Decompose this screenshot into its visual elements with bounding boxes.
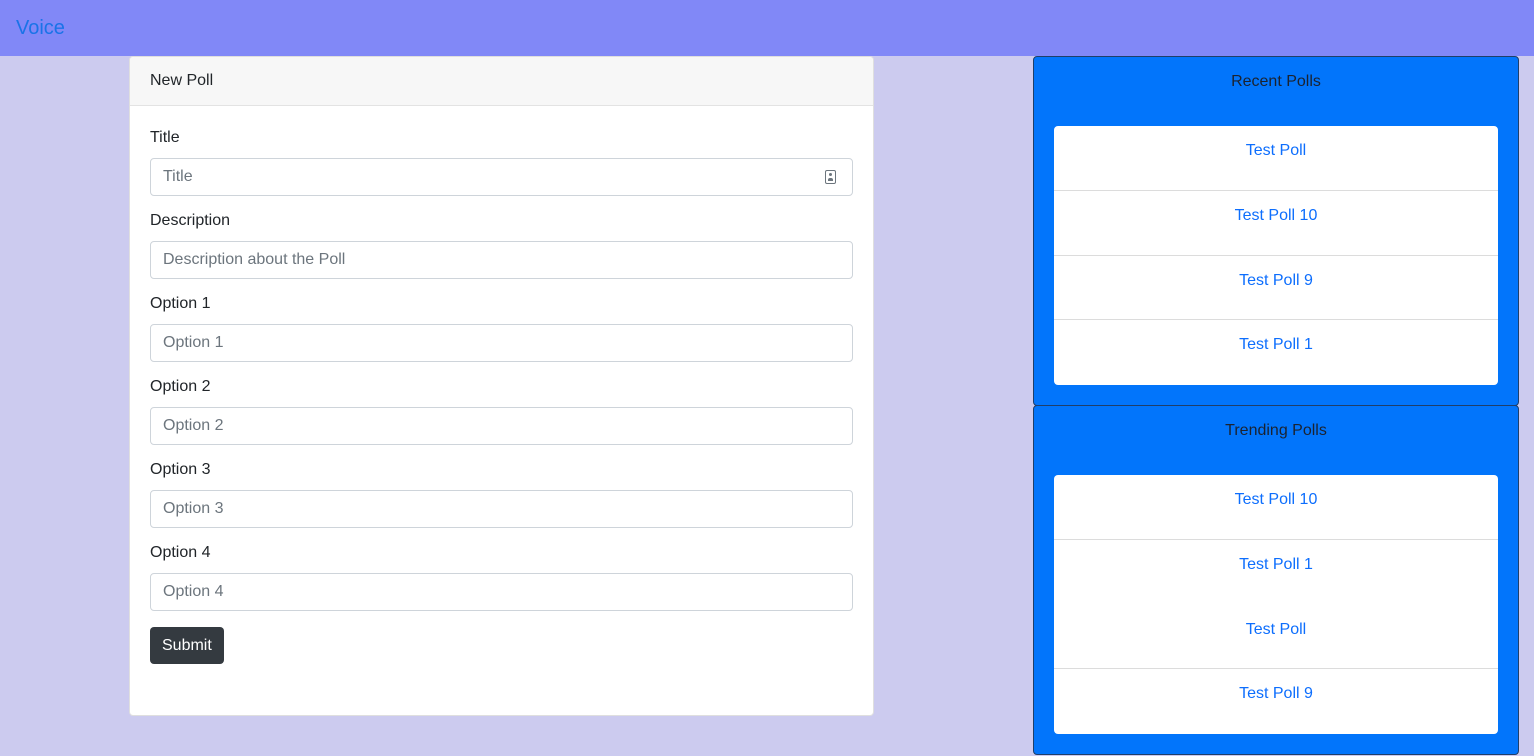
description-field-group: Description (150, 209, 853, 279)
title-input[interactable] (150, 158, 853, 196)
recent-polls-list: Test Poll Test Poll 10 Test Poll 9 Test … (1054, 126, 1498, 385)
new-poll-form: Title Description Option 1 Option 2 (130, 106, 873, 684)
option-3-field-group: Option 3 (150, 458, 853, 528)
recent-poll-link[interactable]: Test Poll 9 (1054, 256, 1498, 321)
option-1-field-group: Option 1 (150, 292, 853, 362)
trending-polls-title: Trending Polls (1225, 421, 1327, 439)
option-4-input[interactable] (150, 573, 853, 611)
new-poll-card: New Poll Title Description Option 1 Opti… (129, 56, 874, 716)
option-2-field-group: Option 2 (150, 375, 853, 445)
option-4-label: Option 4 (150, 544, 211, 561)
brand-link[interactable]: Voice (16, 16, 65, 40)
trending-poll-link[interactable]: Test Poll 9 (1054, 669, 1498, 734)
trending-poll-link[interactable]: Test Poll (1054, 605, 1498, 670)
trending-poll-link[interactable]: Test Poll 1 (1054, 540, 1498, 605)
recent-polls-title: Recent Polls (1231, 72, 1321, 90)
title-field-group: Title (150, 126, 853, 196)
description-label: Description (150, 212, 231, 229)
option-1-label: Option 1 (150, 295, 211, 312)
trending-poll-link[interactable]: Test Poll 10 (1054, 475, 1498, 540)
option-1-input[interactable] (150, 324, 853, 362)
trending-polls-list: Test Poll 10 Test Poll 1 Test Poll Test … (1054, 475, 1498, 734)
new-poll-header: New Poll (130, 57, 873, 106)
trending-polls-panel: Trending Polls Test Poll 10 Test Poll 1 … (1033, 405, 1519, 755)
contact-card-icon[interactable] (825, 170, 836, 184)
option-2-input[interactable] (150, 407, 853, 445)
recent-poll-link[interactable]: Test Poll 1 (1054, 320, 1498, 385)
recent-poll-link[interactable]: Test Poll (1054, 126, 1498, 191)
top-navbar: Voice (0, 0, 1534, 56)
option-3-input[interactable] (150, 490, 853, 528)
submit-button[interactable]: Submit (150, 627, 224, 664)
option-3-label: Option 3 (150, 461, 211, 478)
recent-polls-panel: Recent Polls Test Poll Test Poll 10 Test… (1033, 56, 1519, 406)
option-2-label: Option 2 (150, 378, 211, 395)
description-input[interactable] (150, 241, 853, 279)
recent-poll-link[interactable]: Test Poll 10 (1054, 191, 1498, 256)
option-4-field-group: Option 4 (150, 541, 853, 611)
title-label: Title (150, 129, 180, 146)
